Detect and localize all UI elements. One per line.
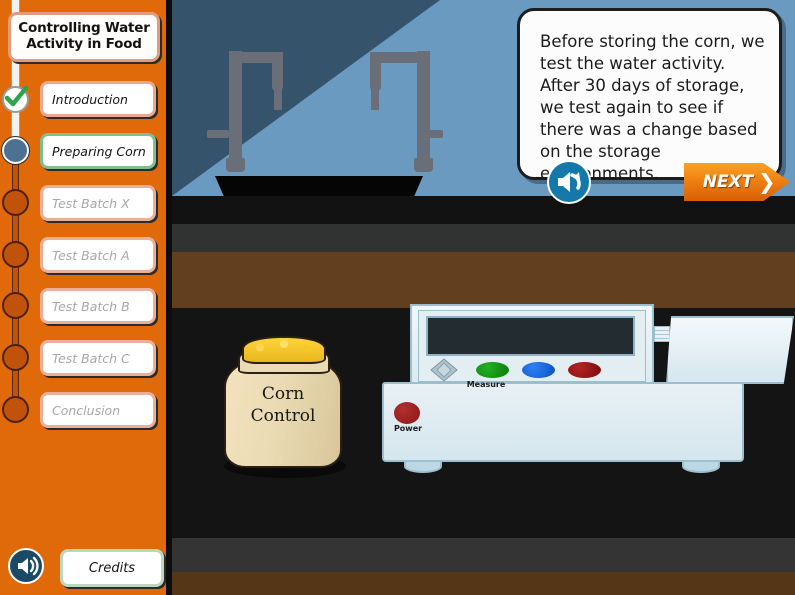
band-brown-lower <box>172 572 795 595</box>
progress-node-preparing-corn[interactable] <box>2 137 29 164</box>
sidebar-item-test-batch-b[interactable]: Test Batch B <box>40 288 156 324</box>
meter-foot-right <box>682 460 720 473</box>
dpad-icon[interactable] <box>430 358 458 382</box>
power-label: Power <box>393 424 423 433</box>
sidebar-item-label: Test Batch A <box>52 247 130 263</box>
counter-surface <box>172 252 795 308</box>
meter-button-red[interactable] <box>568 362 601 378</box>
band-gray-upper <box>172 224 795 252</box>
lid-hinge <box>654 326 670 342</box>
power-button[interactable] <box>394 402 420 424</box>
corn-sack[interactable]: Corn Control <box>216 336 352 478</box>
sidebar-item-conclusion[interactable]: Conclusion <box>40 392 156 428</box>
speech-bubble: Before storing the corn, we test the wat… <box>517 8 782 183</box>
sidebar-item-label: Conclusion <box>52 402 121 418</box>
credits-button[interactable]: Credits <box>60 549 164 587</box>
next-button[interactable]: NEXT ❯ <box>681 160 793 204</box>
application-window: Corn Control Measure Power Before storin… <box>0 0 795 595</box>
page-title-text: Controlling Water Activity in Food <box>18 20 150 52</box>
meter-base <box>382 382 744 462</box>
corn-kernels-icon <box>242 336 326 364</box>
sidebar-item-label: Preparing Corn <box>52 143 146 159</box>
measure-label: Measure <box>466 380 506 389</box>
progress-node-test-batch-b[interactable] <box>2 292 29 319</box>
sidebar-item-preparing-corn[interactable]: Preparing Corn <box>40 133 156 169</box>
sack-label-line2: Control <box>250 405 316 426</box>
sidebar-item-introduction[interactable]: Introduction <box>40 81 156 117</box>
sidebar-item-label: Introduction <box>52 91 128 107</box>
next-button-label: NEXT <box>702 172 754 192</box>
credits-button-label: Credits <box>88 560 136 576</box>
scene-panel: Corn Control Measure Power Before storin… <box>172 0 795 595</box>
wall-shadow <box>172 0 440 196</box>
sidebar-item-test-batch-c[interactable]: Test Batch C <box>40 340 156 376</box>
sidebar: Controlling Water Activity in Food Intro… <box>0 0 172 595</box>
band-gray-lower <box>172 538 795 572</box>
sack-label-line1: Corn <box>261 384 305 404</box>
sidebar-item-label: Test Batch C <box>52 350 130 366</box>
progress-node-introduction[interactable] <box>2 85 29 113</box>
meter-display-screen <box>426 316 635 356</box>
progress-node-conclusion[interactable] <box>2 396 29 423</box>
meter-foot-left <box>404 460 442 473</box>
progress-node-test-batch-c[interactable] <box>2 344 29 371</box>
sidebar-item-test-batch-x[interactable]: Test Batch X <box>40 185 156 221</box>
sidebar-item-test-batch-a[interactable]: Test Batch A <box>40 237 156 273</box>
sidebar-item-label: Test Batch B <box>52 298 130 314</box>
meter-button-blue[interactable] <box>522 362 555 378</box>
sample-chamber-lid[interactable] <box>666 316 794 384</box>
chevron-right-icon: ❯ <box>758 170 776 194</box>
progress-node-test-batch-x[interactable] <box>2 189 29 216</box>
progress-node-test-batch-a[interactable] <box>2 241 29 268</box>
speaker-icon[interactable] <box>8 548 44 584</box>
sidebar-divider <box>166 0 172 595</box>
page-title: Controlling Water Activity in Food <box>8 12 160 62</box>
sidebar-item-label: Test Batch X <box>52 195 130 211</box>
speaker-replay-icon[interactable] <box>547 160 591 204</box>
sack-label: Corn Control <box>224 384 342 428</box>
water-activity-meter[interactable]: Measure Power <box>382 304 794 476</box>
check-icon <box>4 85 29 107</box>
meter-button-green[interactable] <box>476 362 509 378</box>
